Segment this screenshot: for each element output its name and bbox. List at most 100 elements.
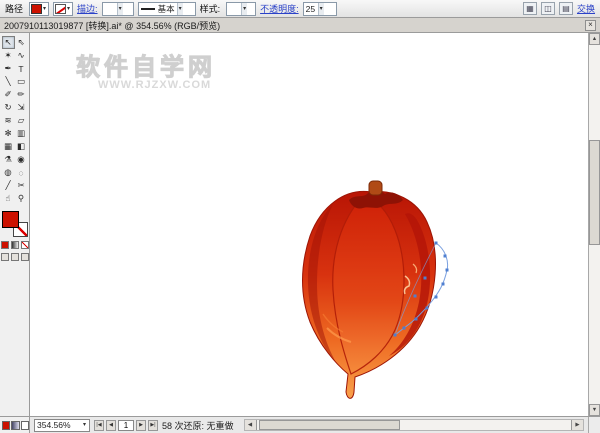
fill-color-swatch[interactable] bbox=[31, 4, 42, 14]
none-mode-button[interactable] bbox=[21, 241, 29, 249]
gradient-mode-button[interactable] bbox=[11, 241, 19, 249]
scroll-left-icon[interactable]: ◀ bbox=[245, 420, 257, 430]
toolbar-footer bbox=[0, 417, 30, 433]
lantern-artwork[interactable] bbox=[293, 180, 453, 408]
symbol-sprayer-tool[interactable]: ✻ bbox=[2, 127, 15, 140]
direct-selection-tool[interactable]: ⇖ bbox=[15, 36, 28, 49]
zoom-level-value: 354.56% bbox=[37, 420, 82, 430]
stroke-color-swatch[interactable] bbox=[55, 4, 66, 14]
workspace-grid-icon[interactable]: ▦ bbox=[523, 2, 537, 15]
style-dropdown-icon[interactable]: ▾ bbox=[241, 3, 247, 15]
fullscreen-mode-button[interactable] bbox=[21, 253, 29, 261]
vertical-scroll-track[interactable] bbox=[589, 45, 600, 404]
close-document-icon[interactable]: × bbox=[585, 20, 596, 31]
style-combo[interactable]: ▾ bbox=[226, 2, 256, 16]
type-tool[interactable]: T bbox=[15, 62, 28, 75]
control-bar: 路径 ▾ ▾ 描边: ▾ 基本 ▾ 样式: ▾ 不透明度: 25 ▾ ▦ bbox=[0, 0, 600, 18]
mesh-tool[interactable]: ▦ bbox=[2, 140, 15, 153]
style-label: 样式: bbox=[200, 2, 221, 15]
canvas[interactable]: 软件自学网 WWW.RJZXW.COM bbox=[30, 33, 588, 416]
scrollbar-corner bbox=[588, 417, 600, 433]
scroll-right-icon[interactable]: ▶ bbox=[571, 420, 583, 430]
prev-page-button[interactable]: ◀ bbox=[106, 420, 116, 431]
live-paint-bucket-tool[interactable]: ◍ bbox=[2, 166, 15, 179]
rotate-tool[interactable]: ↻ bbox=[2, 101, 15, 114]
magic-wand-tool[interactable]: ✶ bbox=[2, 49, 15, 62]
watermark-text: 软件自学网 bbox=[76, 47, 216, 82]
horizontal-scroll-track[interactable] bbox=[257, 420, 571, 430]
color-mode-button[interactable] bbox=[1, 241, 9, 249]
eyedropper-tool[interactable]: ⚗ bbox=[2, 153, 15, 166]
scroll-up-icon[interactable]: ▲ bbox=[589, 33, 600, 45]
screen-mode-row bbox=[1, 253, 29, 261]
live-paint-selection-tool[interactable]: ◌ bbox=[15, 166, 28, 179]
document-tab-title[interactable]: 2007910113019877 [转换].ai* @ 354.56% (RGB… bbox=[4, 19, 220, 32]
status-content: 354.56% ▾ |◀ ◀ ▶ ▶| 58 次还原: 无重做 ◀ ▶ bbox=[30, 417, 588, 433]
pencil-tool[interactable]: ✏ bbox=[15, 88, 28, 101]
horizontal-scroll-thumb[interactable] bbox=[259, 420, 401, 430]
fullscreen-menu-mode-button[interactable] bbox=[11, 253, 19, 261]
main-area: ↖ ⇖ ✶ ∿ ✒ T ╲ ▭ ✐ ✏ ↻ ⇲ ≋ ▱ ✻ ▥ ▦ ◧ ⚗ ◉ bbox=[0, 33, 600, 416]
brush-definition-value: 基本 bbox=[158, 3, 175, 15]
lasso-tool[interactable]: ∿ bbox=[15, 49, 28, 62]
tools-panel: ↖ ⇖ ✶ ∿ ✒ T ╲ ▭ ✐ ✏ ↻ ⇲ ≋ ▱ ✻ ▥ ▦ ◧ ⚗ ◉ bbox=[0, 33, 30, 416]
page-navigation: |◀ ◀ ▶ ▶| bbox=[94, 420, 158, 431]
standard-screen-mode-button[interactable] bbox=[1, 253, 9, 261]
warp-tool[interactable]: ≋ bbox=[2, 114, 15, 127]
last-page-button[interactable]: ▶| bbox=[148, 420, 158, 431]
mini-gradient-swatch[interactable] bbox=[11, 421, 19, 430]
next-page-button[interactable]: ▶ bbox=[136, 420, 146, 431]
stroke-weight-dropdown-icon[interactable]: ▾ bbox=[117, 3, 123, 15]
swap-link[interactable]: 交换 bbox=[577, 2, 595, 15]
gradient-tool[interactable]: ◧ bbox=[15, 140, 28, 153]
scale-tool[interactable]: ⇲ bbox=[15, 101, 28, 114]
vertical-scrollbar[interactable]: ▲ ▼ bbox=[588, 33, 600, 416]
scroll-down-icon[interactable]: ▼ bbox=[589, 404, 600, 416]
mini-none-swatch[interactable] bbox=[21, 421, 29, 430]
stroke-panel-link[interactable]: 描边: bbox=[77, 2, 98, 15]
stroke-dropdown-icon[interactable]: ▾ bbox=[66, 3, 71, 15]
color-mode-row bbox=[1, 241, 29, 249]
fill-color-control[interactable]: ▾ bbox=[29, 2, 49, 16]
rectangle-tool[interactable]: ▭ bbox=[15, 75, 28, 88]
zoom-tool[interactable]: ⚲ bbox=[15, 192, 28, 205]
watermark-url: WWW.RJZXW.COM bbox=[98, 79, 211, 91]
selection-type-label: 路径 bbox=[5, 2, 23, 15]
scissors-tool[interactable]: ✂ bbox=[15, 179, 28, 192]
graph-tool[interactable]: ▥ bbox=[15, 127, 28, 140]
status-bar: 354.56% ▾ |◀ ◀ ▶ ▶| 58 次还原: 无重做 ◀ ▶ bbox=[0, 416, 600, 433]
brush-dropdown-icon[interactable]: ▾ bbox=[177, 3, 183, 15]
opacity-value: 25 bbox=[306, 4, 316, 14]
opacity-combo[interactable]: 25 ▾ bbox=[303, 2, 337, 16]
stroke-color-control[interactable]: ▾ bbox=[53, 2, 73, 16]
slice-tool[interactable]: ╱ bbox=[2, 179, 15, 192]
zoom-level-combo[interactable]: 354.56% ▾ bbox=[34, 419, 90, 432]
opacity-dropdown-icon[interactable]: ▾ bbox=[318, 3, 324, 15]
page-number-input[interactable] bbox=[118, 420, 134, 431]
fill-proxy-swatch[interactable] bbox=[2, 211, 19, 228]
undo-status-text: 58 次还原: 无重做 bbox=[162, 419, 234, 432]
mini-fill-swatch[interactable] bbox=[2, 421, 10, 430]
blend-tool[interactable]: ◉ bbox=[15, 153, 28, 166]
hand-tool[interactable]: ☝ bbox=[2, 192, 15, 205]
vertical-scroll-thumb[interactable] bbox=[589, 140, 600, 245]
free-transform-tool[interactable]: ▱ bbox=[15, 114, 28, 127]
brush-stroke-preview-icon bbox=[141, 8, 155, 10]
illustrator-window: 路径 ▾ ▾ 描边: ▾ 基本 ▾ 样式: ▾ 不透明度: 25 ▾ ▦ bbox=[0, 0, 600, 433]
line-segment-tool[interactable]: ╲ bbox=[2, 75, 15, 88]
zoom-dropdown-icon[interactable]: ▾ bbox=[82, 419, 87, 431]
brush-definition-combo[interactable]: 基本 ▾ bbox=[138, 2, 196, 16]
pen-tool[interactable]: ✒ bbox=[2, 62, 15, 75]
horizontal-scrollbar[interactable]: ◀ ▶ bbox=[244, 419, 584, 431]
first-page-button[interactable]: |◀ bbox=[94, 420, 104, 431]
workspace-columns-icon[interactable]: ◫ bbox=[541, 2, 555, 15]
tools-grid: ↖ ⇖ ✶ ∿ ✒ T ╲ ▭ ✐ ✏ ↻ ⇲ ≋ ▱ ✻ ▥ ▦ ◧ ⚗ ◉ bbox=[2, 36, 28, 205]
opacity-link[interactable]: 不透明度: bbox=[260, 2, 299, 15]
selection-tool[interactable]: ↖ bbox=[2, 36, 15, 49]
fill-stroke-controls bbox=[2, 211, 28, 237]
workspace-rows-icon[interactable]: ▤ bbox=[559, 2, 573, 15]
stroke-weight-combo[interactable]: ▾ bbox=[102, 2, 134, 16]
fill-dropdown-icon[interactable]: ▾ bbox=[42, 3, 47, 15]
lantern-stem[interactable] bbox=[369, 181, 382, 195]
paintbrush-tool[interactable]: ✐ bbox=[2, 88, 15, 101]
